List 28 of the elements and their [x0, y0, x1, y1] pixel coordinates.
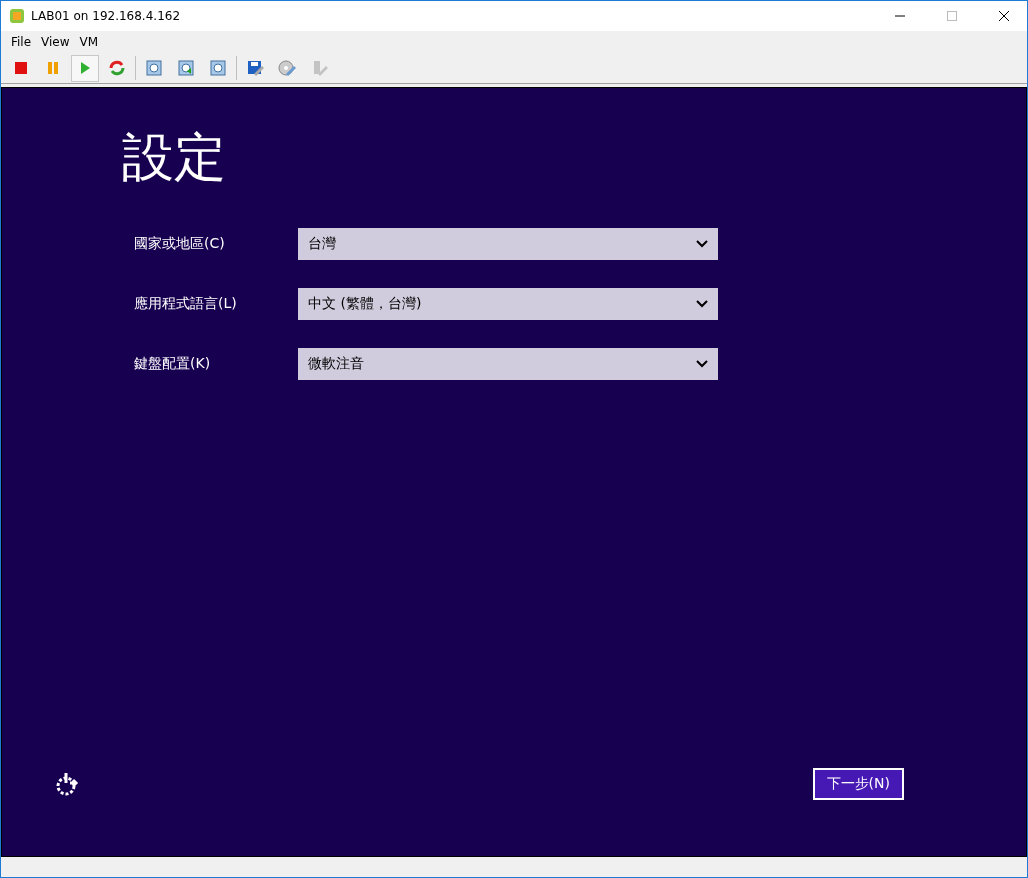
chevron-down-icon — [696, 240, 708, 249]
chevron-down-icon — [696, 300, 708, 309]
setup-heading: 設定 — [122, 126, 226, 189]
close-icon — [999, 11, 1009, 21]
menu-item[interactable]: View — [41, 35, 70, 49]
disc-icon — [278, 59, 296, 77]
square-icon — [14, 61, 28, 75]
clock-rewind-icon — [177, 59, 195, 77]
app-logo-icon — [9, 8, 25, 24]
maximize-icon — [947, 11, 957, 21]
pause-icon — [46, 61, 60, 75]
field-label: 國家或地區(C) — [133, 235, 226, 254]
window-title: LAB01 on 192.168.4.162 — [31, 9, 182, 23]
next-button[interactable]: 下一步(N) — [812, 768, 904, 800]
clock-wrench-icon — [209, 59, 227, 77]
dropdown[interactable]: 台灣 — [298, 228, 718, 261]
menu-item[interactable]: File — [11, 35, 32, 49]
circular-arrows-icon — [108, 59, 126, 77]
field-label: 應用程式語言(L) — [133, 295, 238, 314]
play-icon — [78, 61, 92, 75]
clock-icon — [145, 59, 163, 77]
menu-item[interactable]: VM — [79, 35, 99, 49]
dropdown[interactable]: 微軟注音 — [298, 348, 718, 381]
field-label: 鍵盤配置(K) — [133, 355, 212, 374]
dropdown[interactable]: 中文 (繁體，台灣) — [298, 288, 718, 321]
accessibility-icon[interactable] — [54, 771, 80, 797]
chevron-down-icon — [696, 360, 708, 369]
start-button[interactable] — [71, 54, 99, 82]
